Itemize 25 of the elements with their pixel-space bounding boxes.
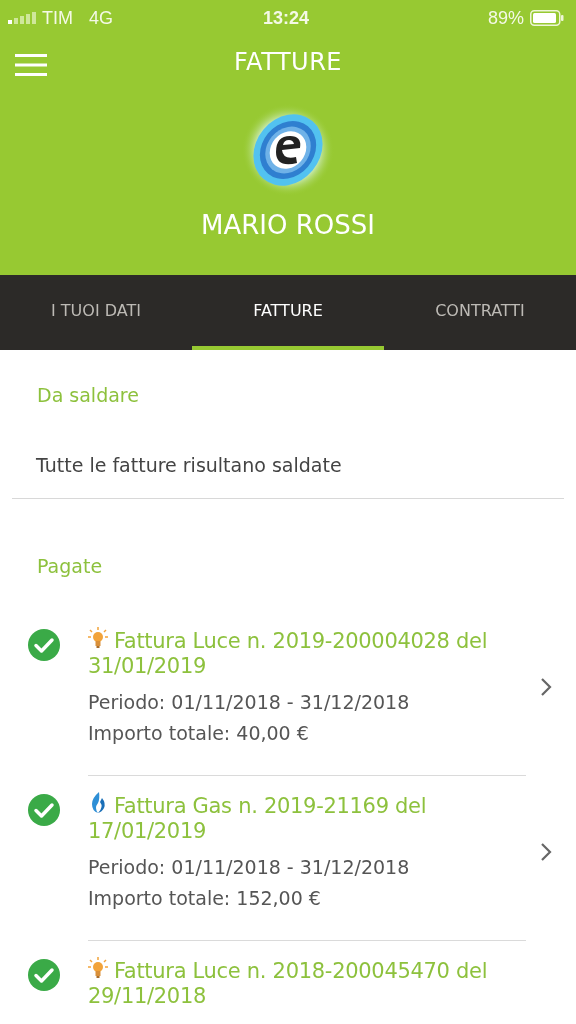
battery-percent: 89% <box>487 7 524 29</box>
status-message: Tutte le fatture risultano saldate <box>35 453 343 478</box>
tab[interactable]: FATTURE <box>192 275 384 350</box>
user-name: MARIO ROSSI <box>201 210 375 240</box>
chevron-right-icon[interactable] <box>540 842 552 862</box>
signal-icon <box>8 12 36 24</box>
page-title: FATTURE <box>234 48 342 76</box>
clock-time: 13:24 <box>262 7 309 29</box>
network-type: 4G <box>89 7 113 29</box>
battery-icon <box>530 10 564 26</box>
chevron-right-icon[interactable] <box>540 677 552 697</box>
invoice-amount: Importo totale: 152,00 € <box>88 886 322 911</box>
invoice-period: Periodo: 01/11/2018 - 31/12/2018 <box>88 690 411 715</box>
check-icon <box>28 959 60 991</box>
light-bulb-icon <box>88 957 108 979</box>
invoice-amount: Importo totale: 40,00 € <box>88 721 310 746</box>
tab[interactable]: CONTRATTI <box>384 275 576 350</box>
section-heading: Da saldare <box>36 383 140 406</box>
carrier-name: TIM <box>42 7 73 29</box>
check-icon <box>28 794 60 826</box>
check-icon <box>28 629 60 661</box>
tab[interactable]: I TUOI DATI <box>0 275 192 350</box>
invoice-period: Periodo: 01/11/2018 - 31/12/2018 <box>88 855 411 880</box>
section-heading: Pagate <box>36 554 104 579</box>
light-bulb-icon <box>88 627 108 649</box>
